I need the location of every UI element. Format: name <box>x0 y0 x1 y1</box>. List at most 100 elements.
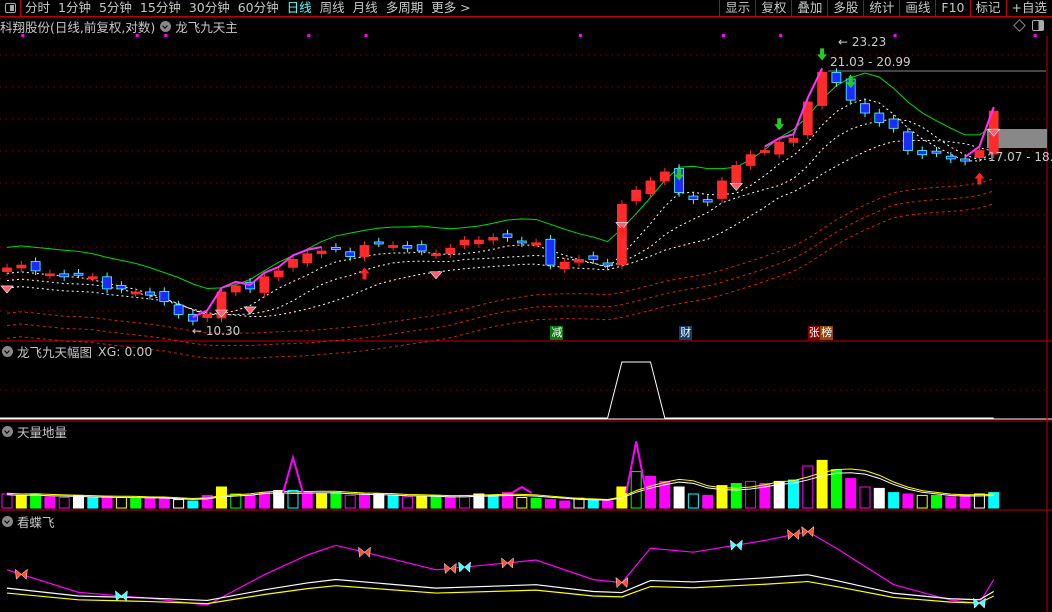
stock-title: 科翔股份(日线,前复权,对数) <box>0 20 156 35</box>
volume-bar <box>845 478 857 509</box>
period-tab[interactable]: 60分钟 <box>234 0 283 16</box>
toolbar-button[interactable]: 多股 <box>827 0 863 17</box>
candle-down <box>373 241 384 245</box>
volume-bar <box>544 499 556 509</box>
candle-down <box>945 155 956 160</box>
volume-bar <box>502 492 513 509</box>
candle-down <box>145 291 155 296</box>
down-arrow-icon <box>774 118 785 131</box>
volume-bar <box>859 486 871 509</box>
volume-bar <box>401 496 413 509</box>
period-tab[interactable]: 更多 > <box>427 0 474 16</box>
maximize-icon[interactable] <box>1032 20 1044 31</box>
toolbar-button[interactable]: F10 <box>935 0 969 17</box>
volume-bar <box>516 497 528 509</box>
volume-bar <box>373 493 385 509</box>
panel3-name[interactable]: 天量地量 <box>17 422 67 441</box>
volume-bar <box>959 494 971 509</box>
event-tag[interactable]: 减 <box>550 326 564 340</box>
volume-bar <box>73 494 84 509</box>
volume-bar <box>916 494 928 509</box>
period-tab[interactable]: 月线 <box>349 0 382 16</box>
volume-bar <box>931 494 942 509</box>
panel4-name[interactable]: 看蝶飞 <box>17 512 55 531</box>
candle-up <box>745 154 756 166</box>
volume-bar <box>873 487 885 509</box>
volume-bar <box>888 492 900 509</box>
candle-down <box>330 247 341 250</box>
toolbar-button[interactable]: 统计 <box>863 0 899 17</box>
period-tab[interactable]: 日线 <box>283 0 316 16</box>
down-arrow-icon <box>817 48 828 61</box>
period-tab[interactable]: 1分钟 <box>54 0 95 16</box>
toolbar-button[interactable]: 叠加 <box>791 0 827 17</box>
indicator-dropdown-icon[interactable] <box>160 21 172 32</box>
period-tab[interactable]: 30分钟 <box>185 0 234 16</box>
toolbar-button[interactable]: 标记 <box>969 0 1006 17</box>
candle-up <box>130 291 141 295</box>
panel-controls <box>1013 19 1044 32</box>
chart-canvas[interactable]: ← 23.23 21.03 - 20.99 ← 10.30 17.07 - 18. <box>0 0 1052 612</box>
candle-down <box>917 150 928 156</box>
candle-down <box>159 291 170 302</box>
signal-dot <box>893 34 897 37</box>
period-tab[interactable]: 5分钟 <box>95 0 136 16</box>
white-band-line <box>6 98 994 316</box>
candle-up <box>974 150 985 158</box>
panel3-title: 天量地量 <box>0 422 67 441</box>
event-tag[interactable]: 张 <box>807 326 821 340</box>
red-band-line <box>6 178 994 334</box>
volume-bar <box>530 497 542 509</box>
panel2-name[interactable]: 龙飞九天幅图 <box>17 342 92 361</box>
candle-up <box>273 270 284 278</box>
volume-bar <box>258 492 270 509</box>
volume-bar <box>58 497 70 509</box>
event-tag[interactable]: 财 <box>679 326 693 340</box>
volume-bar <box>487 494 499 509</box>
sidebar-toggle-icon[interactable] <box>0 0 21 17</box>
candle-up <box>230 285 241 293</box>
volume-bar <box>673 486 685 509</box>
volume-bar <box>344 494 356 509</box>
volume-bar <box>444 496 456 509</box>
volume-bar <box>387 494 399 509</box>
period-tab[interactable]: 周线 <box>316 0 349 16</box>
diamond-icon[interactable] <box>1013 19 1026 32</box>
volume-bar <box>802 465 814 509</box>
white-band-line <box>6 118 994 316</box>
volume-bar <box>988 492 1000 509</box>
event-tag[interactable]: 榜 <box>820 326 834 340</box>
volume-spike-line <box>625 441 648 494</box>
candle-down <box>59 273 70 278</box>
toolbar-button[interactable]: 显示 <box>719 0 755 17</box>
candle-down <box>702 199 713 203</box>
volume-bar <box>115 497 127 509</box>
signal-dot <box>307 34 311 37</box>
indicator-name[interactable]: 龙飞九天主 <box>175 17 238 36</box>
toolbar-button[interactable]: +自选 <box>1005 0 1052 17</box>
butterfly-icon <box>458 561 471 573</box>
butterfly-icon <box>801 526 815 538</box>
volume-bar <box>416 496 428 509</box>
panel4-dropdown-icon[interactable] <box>2 516 13 527</box>
volume-bar <box>687 493 699 509</box>
volume-bar <box>87 497 99 509</box>
candle-down <box>73 272 84 276</box>
period-tab[interactable]: 15分钟 <box>136 0 185 16</box>
panel2-dropdown-icon[interactable] <box>2 346 13 357</box>
candle-up <box>731 165 742 185</box>
panel3-dropdown-icon[interactable] <box>2 426 13 437</box>
volume-bar <box>44 496 56 509</box>
gem-icon <box>429 271 443 280</box>
candle-up <box>459 239 470 246</box>
period-tab[interactable]: 多周期 <box>382 0 428 16</box>
toolbar-button[interactable]: 复权 <box>755 0 791 17</box>
candle-up <box>473 239 484 245</box>
candle-down <box>173 304 184 315</box>
signal-dot <box>1033 34 1037 37</box>
volume-bar <box>602 500 614 509</box>
volume-bar <box>902 493 914 509</box>
toolbar-button[interactable]: 画线 <box>899 0 935 17</box>
candle-up <box>760 150 770 153</box>
period-tab[interactable]: 分时 <box>21 0 54 16</box>
